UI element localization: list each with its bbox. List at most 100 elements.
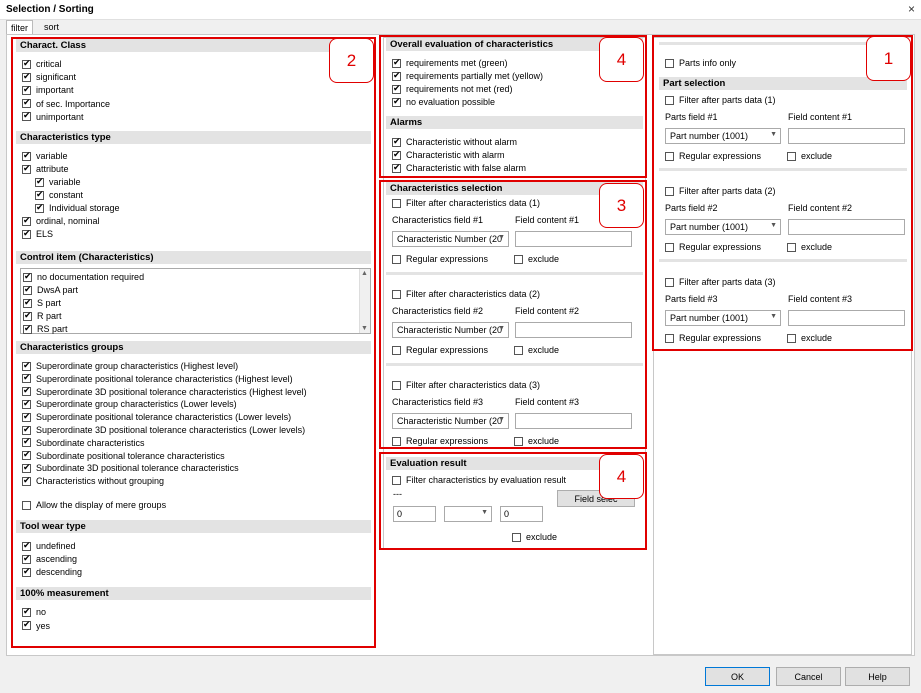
- scroll-down-icon[interactable]: ▼: [361, 325, 368, 332]
- alarm-item-checkbox[interactable]: [392, 149, 401, 161]
- control-item-checkbox[interactable]: [23, 297, 32, 309]
- scroll-up-icon[interactable]: ▲: [361, 270, 368, 277]
- cancel-button[interactable]: Cancel: [776, 667, 841, 686]
- char-filter-1-exclude-checkbox[interactable]: [514, 254, 523, 264]
- tool-wear-item-checkbox[interactable]: [22, 566, 31, 578]
- overall-eval-item-row[interactable]: requirements not met (red): [392, 83, 513, 95]
- char-type-item-checkbox[interactable]: [22, 215, 31, 227]
- part-filter-3-filter-checkbox[interactable]: [665, 277, 674, 287]
- parts-info-only-row[interactable]: Parts info only: [665, 57, 736, 69]
- char-filter-3-content-input[interactable]: [515, 413, 632, 429]
- charact-class-item-checkbox[interactable]: [22, 71, 31, 83]
- tab-filter[interactable]: filter: [6, 20, 34, 34]
- measurement-item-row[interactable]: no: [22, 606, 46, 618]
- overall-eval-item-row[interactable]: no evaluation possible: [392, 96, 495, 108]
- alarm-item-checkbox[interactable]: [392, 162, 401, 174]
- part-filter-1-field-select[interactable]: Part number (1001) ▼: [665, 128, 781, 144]
- part-filter-3-filter-row[interactable]: Filter after parts data (3): [665, 276, 776, 288]
- char-group-item-checkbox[interactable]: [22, 360, 31, 372]
- part-filter-2-regex-row[interactable]: Regular expressions: [665, 241, 761, 253]
- charact-class-item-row[interactable]: of sec. Importance: [22, 97, 110, 110]
- char-group-item-row[interactable]: Superordinate group characteristics (Hig…: [22, 360, 238, 372]
- char-filter-1-field-select[interactable]: Characteristic Number (20 ▼: [392, 231, 509, 247]
- tab-sort[interactable]: sort: [40, 20, 63, 34]
- char-group-item-checkbox[interactable]: [22, 411, 31, 423]
- control-item-row[interactable]: DwsA part: [23, 284, 78, 296]
- char-group-item-checkbox[interactable]: [22, 372, 31, 384]
- control-item-row[interactable]: R part: [23, 310, 62, 322]
- part-filter-2-filter-checkbox[interactable]: [665, 186, 674, 196]
- char-group-item-row[interactable]: Superordinate 3D positional tolerance ch…: [22, 385, 307, 398]
- char-group-item-checkbox[interactable]: [22, 449, 31, 461]
- tool-wear-item-row[interactable]: descending: [22, 566, 82, 578]
- part-filter-3-regex-row[interactable]: Regular expressions: [665, 332, 761, 344]
- allow-mere-groups-checkbox[interactable]: [22, 500, 31, 510]
- char-type-item-checkbox[interactable]: [22, 228, 31, 240]
- tool-wear-item-row[interactable]: ascending: [22, 553, 77, 565]
- part-filter-1-exclude-row[interactable]: exclude: [787, 150, 832, 162]
- char-group-item-row[interactable]: Superordinate positional tolerance chara…: [22, 411, 291, 423]
- alarm-item-row[interactable]: Characteristic with alarm: [392, 149, 505, 161]
- measurement-item-checkbox[interactable]: [22, 619, 31, 631]
- char-filter-3-regex-row[interactable]: Regular expressions: [392, 435, 488, 447]
- char-group-item-checkbox[interactable]: [22, 424, 31, 436]
- tool-wear-item-checkbox[interactable]: [22, 540, 31, 552]
- overall-eval-item-row[interactable]: requirements partially met (yellow): [392, 70, 543, 82]
- char-filter-2-exclude-row[interactable]: exclude: [514, 344, 559, 356]
- alarm-item-checkbox[interactable]: [392, 136, 401, 148]
- char-group-item-row[interactable]: Superordinate group characteristics (Low…: [22, 398, 237, 410]
- overall-eval-item-row[interactable]: requirements met (green): [392, 57, 508, 69]
- eval-from-input[interactable]: 0: [393, 506, 436, 522]
- charact-class-item-row[interactable]: significant: [22, 71, 76, 83]
- part-filter-2-content-input[interactable]: [788, 219, 905, 235]
- char-filter-1-regex-checkbox[interactable]: [392, 254, 401, 264]
- char-group-item-row[interactable]: Superordinate positional tolerance chara…: [22, 372, 293, 385]
- charact-class-item-checkbox[interactable]: [22, 97, 31, 109]
- char-filter-2-filter-row[interactable]: Filter after characteristics data (2): [392, 288, 540, 300]
- char-type-item-row[interactable]: ordinal, nominal: [22, 215, 100, 227]
- char-group-item-checkbox[interactable]: [22, 462, 31, 474]
- part-filter-3-regex-checkbox[interactable]: [665, 333, 674, 343]
- char-group-item-row[interactable]: Subordinate characteristics: [22, 436, 145, 449]
- part-filter-3-exclude-checkbox[interactable]: [787, 333, 796, 343]
- char-type-item-row[interactable]: constant: [35, 189, 83, 201]
- help-button[interactable]: Help: [845, 667, 910, 686]
- control-item-row[interactable]: RS part: [23, 323, 68, 335]
- eval-result-filter-row[interactable]: Filter characteristics by evaluation res…: [392, 474, 566, 486]
- char-group-item-checkbox[interactable]: [22, 475, 31, 487]
- char-filter-2-regex-checkbox[interactable]: [392, 345, 401, 355]
- close-icon[interactable]: ×: [908, 2, 915, 16]
- control-item-checkbox[interactable]: [23, 323, 32, 335]
- char-filter-2-exclude-checkbox[interactable]: [514, 345, 523, 355]
- char-type-item-checkbox[interactable]: [22, 150, 31, 162]
- char-filter-2-regex-row[interactable]: Regular expressions: [392, 344, 488, 356]
- char-filter-1-filter-checkbox[interactable]: [392, 198, 401, 208]
- char-type-item-checkbox[interactable]: [35, 202, 44, 214]
- eval-exclude-checkbox[interactable]: [512, 532, 521, 542]
- control-item-row[interactable]: no documentation required: [23, 271, 144, 283]
- char-group-item-row[interactable]: Subordinate positional tolerance charact…: [22, 449, 225, 462]
- part-filter-1-regex-checkbox[interactable]: [665, 151, 674, 161]
- tool-wear-item-checkbox[interactable]: [22, 553, 31, 565]
- listbox-scrollbar[interactable]: ▲ ▼: [359, 269, 370, 333]
- eval-result-filter-checkbox[interactable]: [392, 475, 401, 485]
- char-type-item-row[interactable]: variable: [22, 150, 68, 162]
- char-group-item-row[interactable]: Characteristics without grouping: [22, 475, 164, 487]
- control-item-checkbox[interactable]: [23, 310, 32, 322]
- char-filter-1-content-input[interactable]: [515, 231, 632, 247]
- overall-eval-item-checkbox[interactable]: [392, 83, 401, 95]
- char-group-item-checkbox[interactable]: [22, 385, 31, 397]
- part-filter-1-filter-checkbox[interactable]: [665, 95, 674, 105]
- alarm-item-row[interactable]: Characteristic with false alarm: [392, 162, 526, 174]
- measurement-item-checkbox[interactable]: [22, 606, 31, 618]
- eval-to-input[interactable]: 0: [500, 506, 543, 522]
- charact-class-item-row[interactable]: unimportant: [22, 110, 84, 123]
- charact-class-item-row[interactable]: critical: [22, 58, 62, 70]
- part-filter-3-field-select[interactable]: Part number (1001) ▼: [665, 310, 781, 326]
- char-type-item-row[interactable]: ELS: [22, 228, 53, 240]
- control-item-row[interactable]: S part: [23, 297, 61, 309]
- char-filter-2-filter-checkbox[interactable]: [392, 289, 401, 299]
- charact-class-item-checkbox[interactable]: [22, 58, 31, 70]
- char-filter-3-exclude-row[interactable]: exclude: [514, 435, 559, 447]
- char-filter-3-exclude-checkbox[interactable]: [514, 436, 523, 446]
